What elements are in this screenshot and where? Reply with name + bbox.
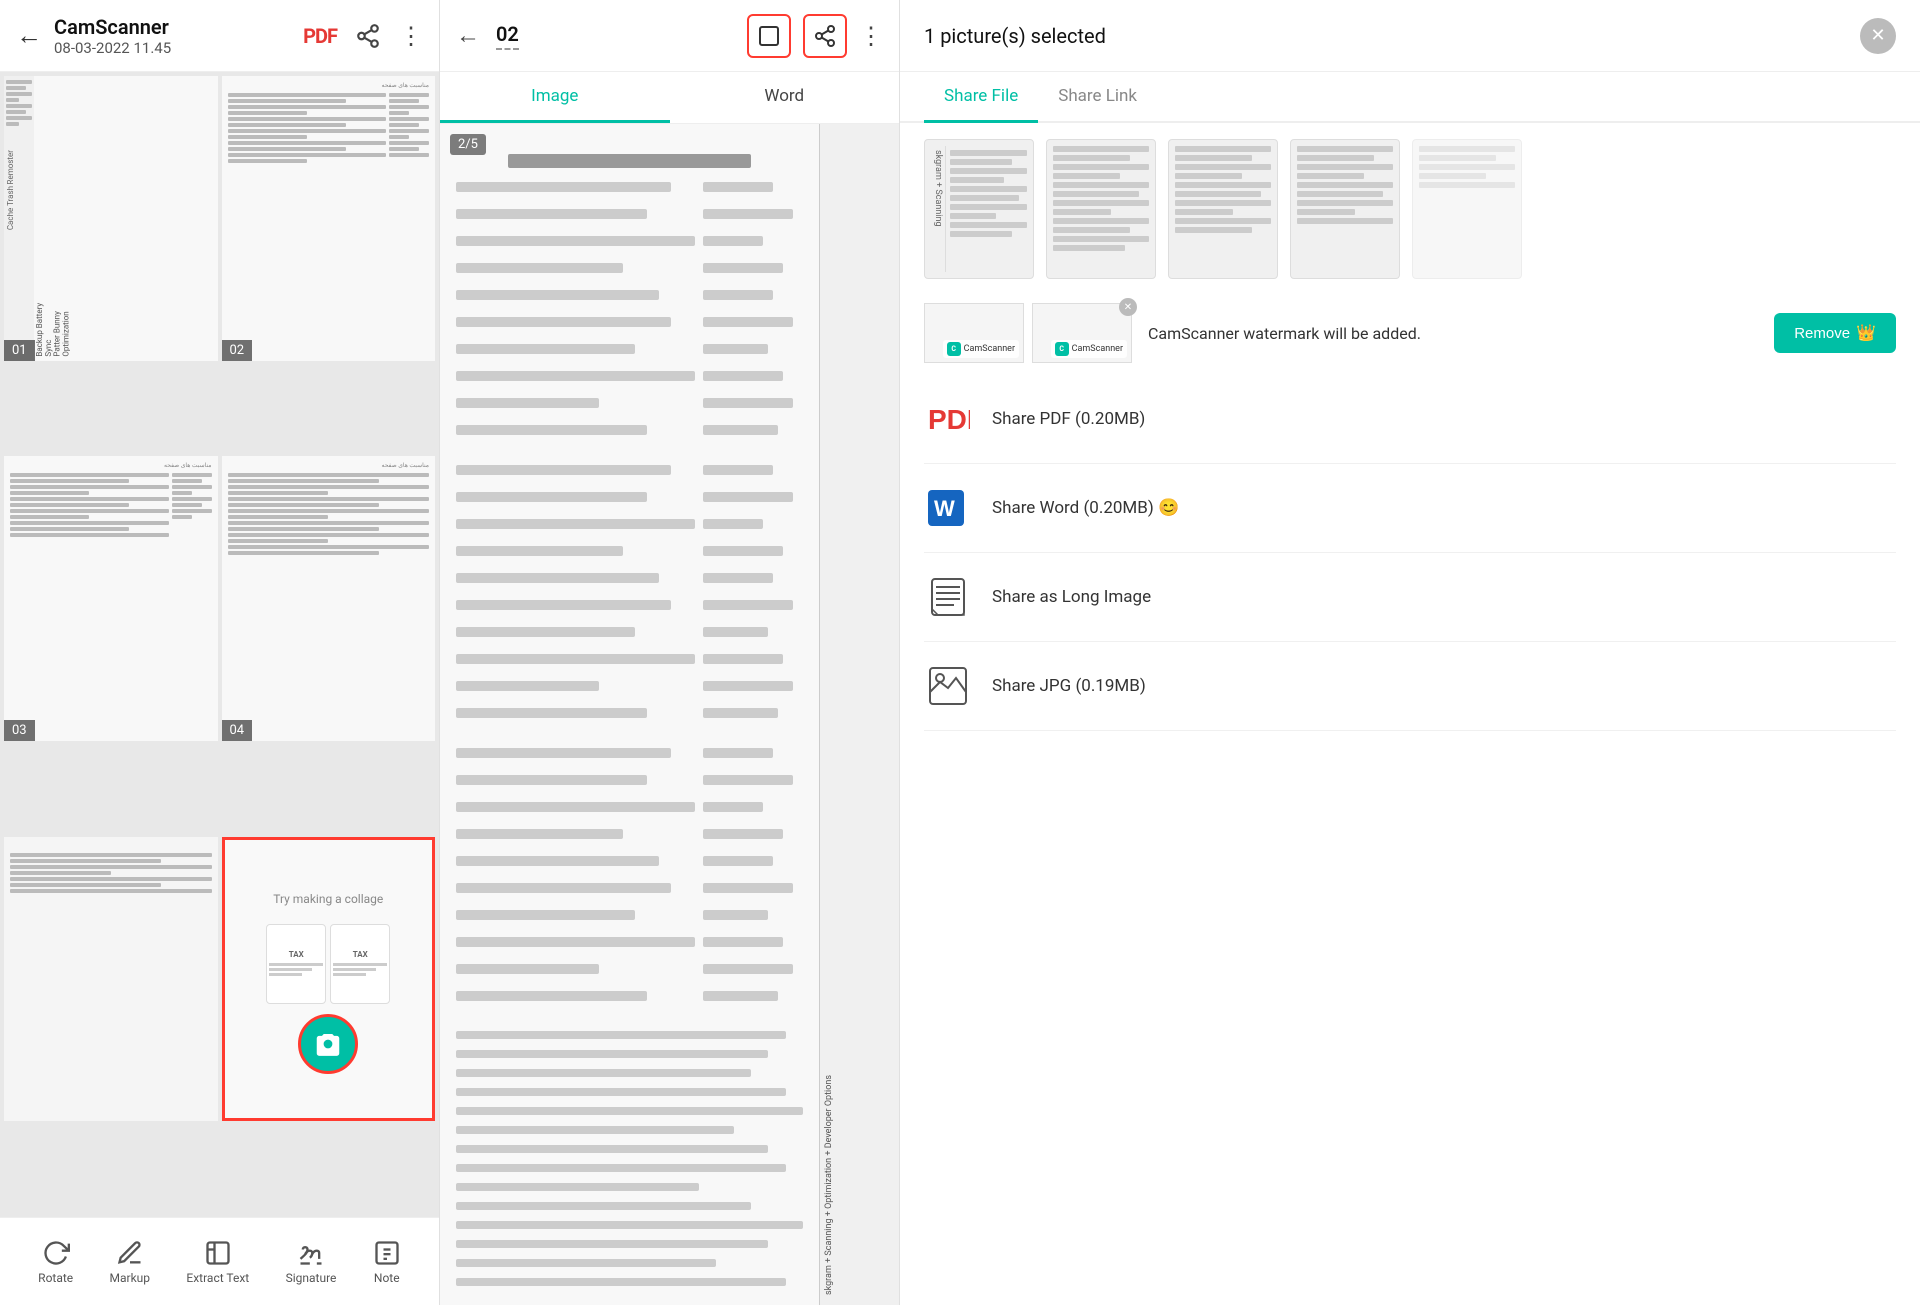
thumbnail-03[interactable]: مناسبت های صفحه	[4, 456, 218, 741]
thumbnail-05[interactable]	[4, 837, 218, 1122]
left-header: ← CamScanner 08-03-2022 11.45 PDF ⋮	[0, 0, 439, 72]
collage-item[interactable]: Try making a collage TAX TAX	[222, 837, 436, 1122]
share-word-label: Share Word (0.20MB) 😊	[992, 498, 1179, 518]
remove-label: Remove	[1794, 325, 1850, 342]
rotate-icon	[42, 1239, 70, 1267]
collage-preview: TAX TAX	[266, 924, 390, 1004]
bottom-toolbar: Rotate Markup Extract Text Signature	[0, 1217, 439, 1305]
share-long-image-option[interactable]: Share as Long Image	[924, 553, 1896, 642]
thumbnails-grid: Remoster Cache Trash Backup BatterySyncP…	[0, 72, 439, 1217]
tab-image[interactable]: Image	[440, 72, 670, 123]
tab-word[interactable]: Word	[670, 72, 900, 123]
crop-icon	[757, 24, 781, 48]
rotate-button[interactable]: Rotate	[38, 1239, 73, 1285]
middle-header-right: ⋮	[747, 14, 883, 58]
preview-thumb-4	[1290, 139, 1400, 279]
thumb-label-01: 01	[4, 340, 35, 361]
thumbnail-01[interactable]: Remoster Cache Trash Backup BatterySyncP…	[4, 76, 218, 361]
share-pdf-option[interactable]: PDF Share PDF (0.20MB)	[924, 375, 1896, 464]
watermark-section: C CamScanner C CamScanner ✕	[900, 295, 1920, 375]
pdf-option-icon: PDF	[924, 395, 972, 443]
tab-share-file[interactable]: Share File	[924, 72, 1038, 123]
doc-back-button[interactable]: ←	[456, 21, 480, 50]
watermark-text-block: CamScanner watermark will be added.	[1148, 324, 1758, 343]
share-tabs: Share File Share Link	[900, 72, 1920, 123]
collage-text: Try making a collage	[269, 884, 387, 914]
share-options-list: PDF Share PDF (0.20MB) W Share Word (0.2…	[900, 375, 1920, 1305]
thumb-label-04: 04	[222, 720, 253, 741]
preview-thumb-3	[1168, 139, 1278, 279]
markup-button[interactable]: Markup	[110, 1239, 151, 1285]
share-word-option[interactable]: W Share Word (0.20MB) 😊	[924, 464, 1896, 553]
rotate-label: Rotate	[38, 1271, 73, 1285]
preview-thumb-1: skgram + Scanning	[924, 139, 1034, 279]
page-number: 02	[496, 22, 519, 50]
right-header: 1 picture(s) selected ✕	[900, 0, 1920, 72]
selected-count: 1 picture(s) selected	[924, 24, 1860, 48]
extract-text-button[interactable]: Extract Text	[186, 1239, 249, 1285]
markup-icon	[116, 1239, 144, 1267]
ocr-icon	[204, 1239, 232, 1267]
share-pdf-label: Share PDF (0.20MB)	[992, 409, 1145, 429]
thumb-label-03: 03	[4, 720, 35, 741]
jpg-option-icon	[924, 662, 972, 710]
note-label: Note	[374, 1271, 400, 1285]
note-button[interactable]: Note	[373, 1239, 401, 1285]
long-image-option-icon	[924, 573, 972, 621]
thumbnail-04[interactable]: مناسبت های صفحه 04	[222, 456, 436, 741]
svg-text:PDF: PDF	[928, 404, 970, 435]
share-icon-mid	[813, 24, 837, 48]
word-option-icon: W	[924, 484, 972, 532]
back-button[interactable]: ←	[16, 20, 42, 51]
crown-icon: 👑	[1856, 323, 1876, 343]
doc-content: skgram + Scanning + Optimization + Devel…	[440, 124, 899, 1305]
preview-thumb-5	[1412, 139, 1522, 279]
mid-more-icon[interactable]: ⋮	[859, 22, 883, 50]
share-long-image-label: Share as Long Image	[992, 587, 1151, 607]
share-jpg-option[interactable]: Share JPG (0.19MB)	[924, 642, 1896, 731]
share-icon-box[interactable]	[803, 14, 847, 58]
app-name: CamScanner	[54, 15, 303, 39]
thumbnail-02[interactable]: مناسبت های صفحه	[222, 76, 436, 361]
middle-panel: ← 02 ⋮ Image Word 2/5	[440, 0, 900, 1305]
note-icon	[373, 1239, 401, 1267]
close-icon: ✕	[1870, 25, 1885, 46]
more-menu-icon[interactable]: ⋮	[399, 22, 423, 50]
header-actions: PDF ⋮	[303, 22, 423, 50]
app-date: 08-03-2022 11.45	[54, 39, 303, 57]
signature-icon	[297, 1239, 325, 1267]
camera-button[interactable]	[298, 1014, 358, 1074]
header-title-block: CamScanner 08-03-2022 11.45	[54, 15, 303, 57]
close-button[interactable]: ✕	[1860, 18, 1896, 54]
signature-button[interactable]: Signature	[286, 1239, 337, 1285]
right-panel: 1 picture(s) selected ✕ Share File Share…	[900, 0, 1920, 1305]
page-badge: 2/5	[450, 134, 486, 155]
svg-text:W: W	[934, 496, 955, 521]
crop-icon-box[interactable]	[747, 14, 791, 58]
remove-watermark-button[interactable]: Remove 👑	[1774, 313, 1896, 353]
share-jpg-label: Share JPG (0.19MB)	[992, 676, 1146, 696]
markup-label: Markup	[110, 1271, 151, 1285]
tab-share-link[interactable]: Share Link	[1038, 72, 1157, 121]
thumb-label-02: 02	[222, 340, 253, 361]
preview-row: skgram + Scanning	[900, 123, 1920, 295]
left-panel: ← CamScanner 08-03-2022 11.45 PDF ⋮	[0, 0, 440, 1305]
preview-thumb-2	[1046, 139, 1156, 279]
share-icon[interactable]	[355, 23, 381, 49]
middle-header: ← 02 ⋮	[440, 0, 899, 72]
extract-text-label: Extract Text	[186, 1271, 249, 1285]
signature-label: Signature	[286, 1271, 337, 1285]
pdf-icon[interactable]: PDF	[303, 24, 337, 48]
camera-icon	[313, 1029, 343, 1059]
middle-tabs: Image Word	[440, 72, 899, 124]
doc-viewer[interactable]: 2/5	[440, 124, 899, 1305]
watermark-text: CamScanner watermark will be added.	[1148, 324, 1421, 343]
